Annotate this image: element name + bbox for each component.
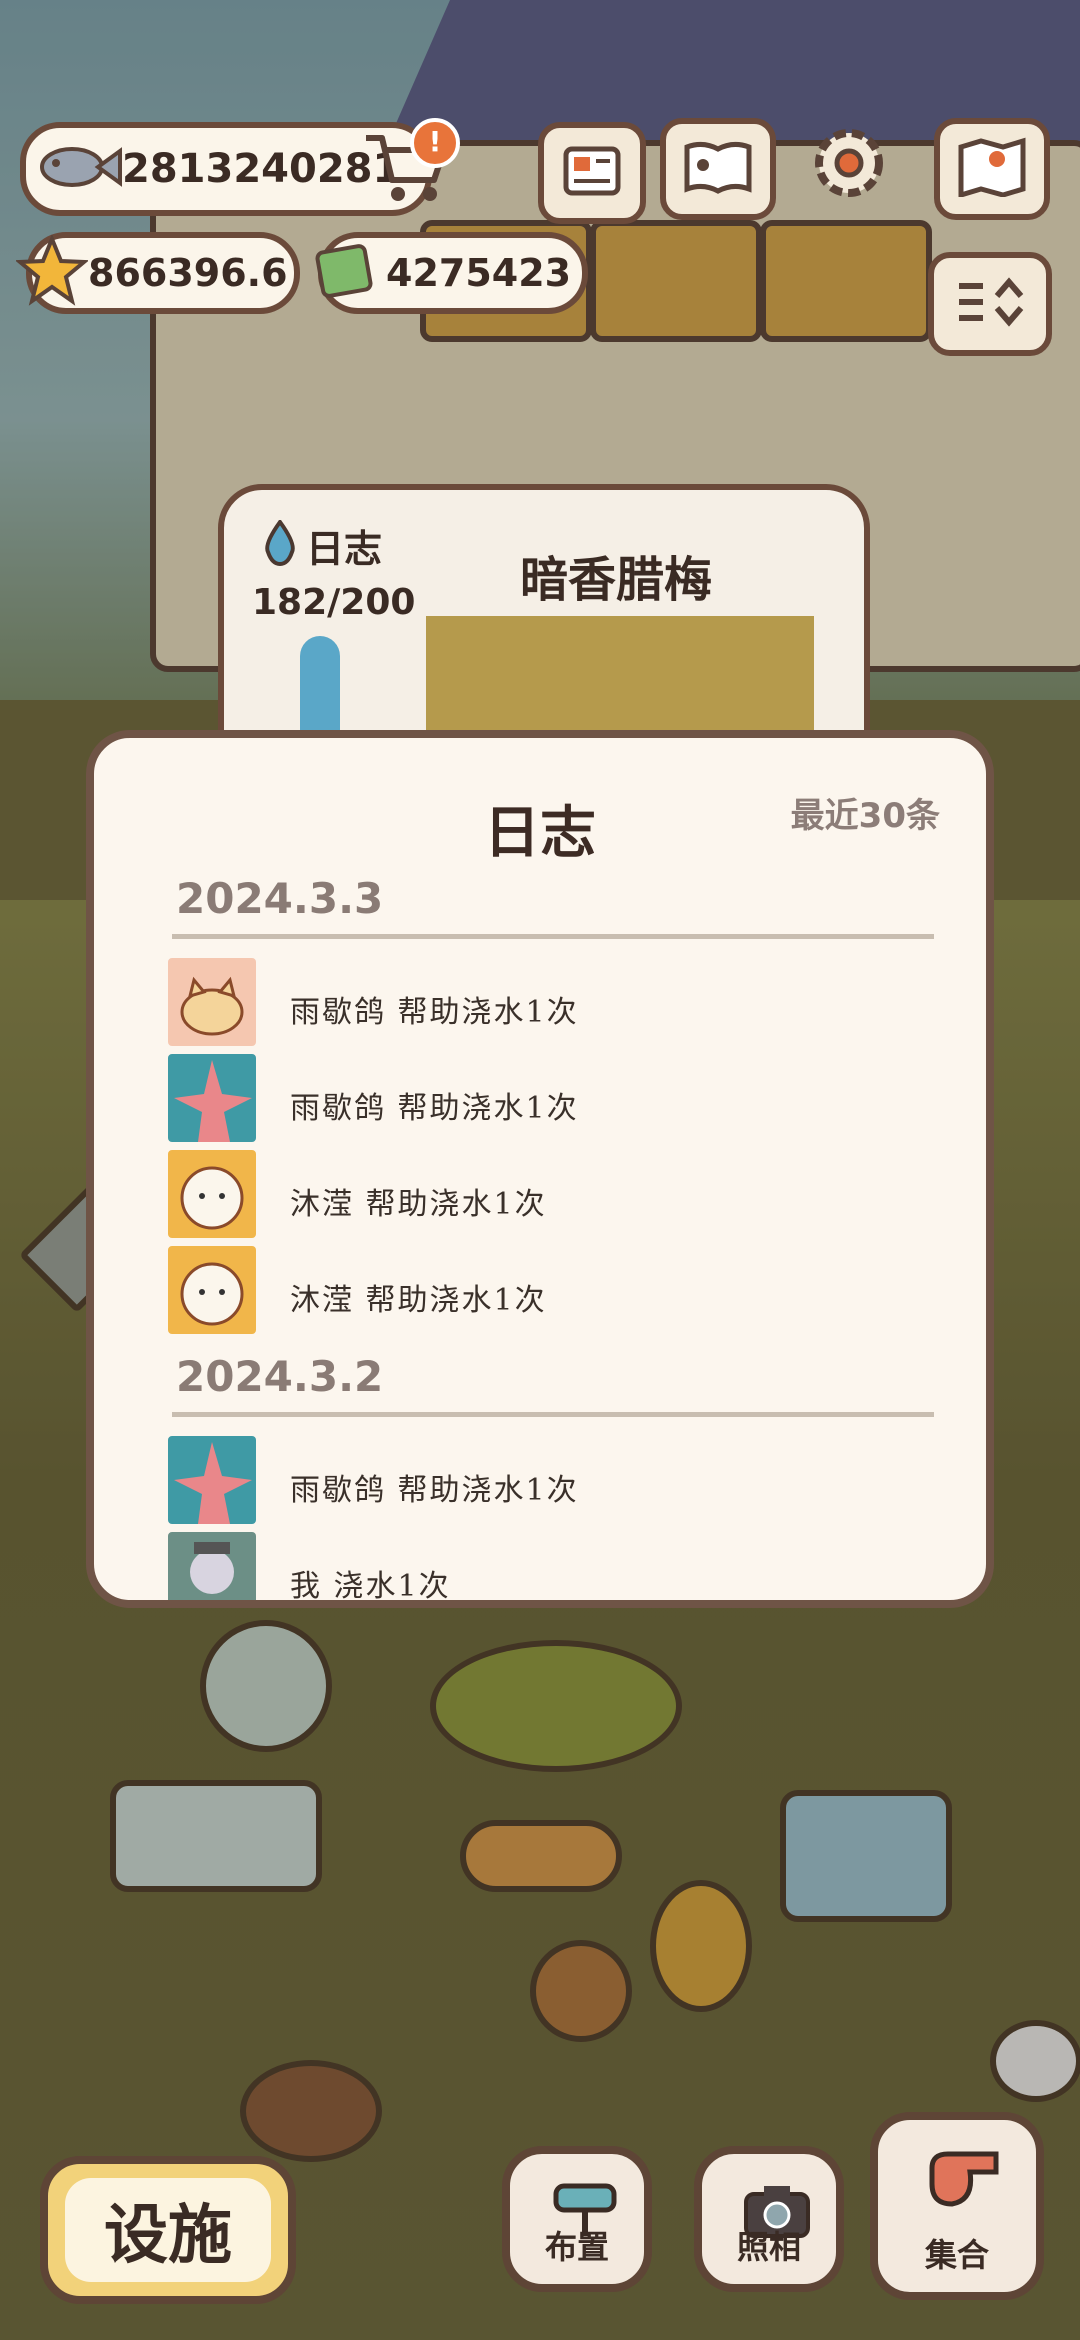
log-entry: 雨歇鸽 帮助浇水1次 — [168, 1436, 579, 1524]
starfish-avatar — [168, 1054, 256, 1142]
camera-label: 照相 — [736, 2228, 801, 2266]
gather-button[interactable]: 集合 — [870, 2112, 1044, 2300]
sort-icon — [953, 272, 1027, 336]
log-entry-text: 沐滢 帮助浇水1次 — [290, 1187, 547, 1222]
log-entry-text: 雨歇鸽 帮助浇水1次 — [290, 1473, 579, 1508]
arrange-button[interactable]: 布置 — [502, 2146, 652, 2292]
paw-book-icon — [683, 139, 753, 199]
map-button[interactable] — [934, 118, 1050, 220]
camera-button[interactable]: 照相 — [694, 2146, 844, 2292]
panel-title: 暗香腊梅 — [520, 552, 713, 608]
date-divider — [172, 934, 934, 939]
fish-currency-value: 2813240281 — [122, 146, 401, 192]
facility-button[interactable]: 设施 — [40, 2156, 296, 2304]
log-entry: 沐滢 帮助浇水1次 — [168, 1150, 547, 1238]
shop-alert-badge: ! — [410, 118, 460, 168]
arrange-label: 布置 — [544, 2228, 609, 2266]
log-entry-text: 雨歇鸽 帮助浇水1次 — [290, 995, 579, 1030]
panel-count: 182/200 — [252, 582, 416, 623]
recent-entries-label: 最近30条 — [790, 796, 940, 836]
gear-icon — [806, 120, 892, 210]
newspaper-icon — [562, 143, 622, 203]
log-entry: 雨歇鸽 帮助浇水1次 — [168, 1054, 579, 1142]
log-dialog: 日志 最近30条 2024.3.3 雨歇鸽 帮助浇水1次 雨歇鸽 帮助浇水1次 … — [86, 730, 994, 1608]
log-entry-text: 我 浇水1次 — [290, 1569, 451, 1604]
sheep-avatar — [168, 1246, 256, 1334]
settings-button[interactable] — [804, 120, 894, 210]
map-icon — [957, 137, 1027, 201]
log-entry-text: 雨歇鸽 帮助浇水1次 — [290, 1091, 579, 1126]
log-entry: 雨歇鸽 帮助浇水1次 — [168, 958, 579, 1046]
cat-avatar — [168, 958, 256, 1046]
log-date: 2024.3.2 — [176, 1352, 384, 1401]
star-icon — [14, 233, 90, 311]
ticket-icon — [312, 239, 376, 307]
sort-toggle-button[interactable] — [928, 252, 1052, 356]
star-currency-value: 866396.6 — [88, 251, 288, 295]
character-avatar — [168, 1532, 256, 1600]
star-currency-pill[interactable]: 866396.6 — [14, 232, 300, 314]
newspaper-button[interactable] — [538, 122, 646, 224]
water-drop-icon — [262, 518, 298, 570]
facility-label: 设施 — [65, 2178, 271, 2282]
whistle-icon — [926, 2148, 1006, 2222]
log-entry: 沐滢 帮助浇水1次 — [168, 1246, 547, 1334]
sheep-avatar — [168, 1150, 256, 1238]
date-divider — [172, 1412, 934, 1417]
catbook-button[interactable] — [660, 118, 776, 220]
log-entry: 我 浇水1次 — [168, 1532, 451, 1604]
ticket-currency-pill[interactable]: 4275423 — [315, 232, 588, 314]
gather-label: 集合 — [924, 2236, 989, 2274]
ticket-currency-value: 4275423 — [386, 251, 572, 295]
starfish-avatar — [168, 1436, 256, 1524]
log-date: 2024.3.3 — [176, 874, 384, 923]
log-entry-text: 沐滢 帮助浇水1次 — [290, 1283, 547, 1318]
fish-icon — [32, 137, 122, 201]
panel-label: 日志 — [306, 527, 383, 571]
